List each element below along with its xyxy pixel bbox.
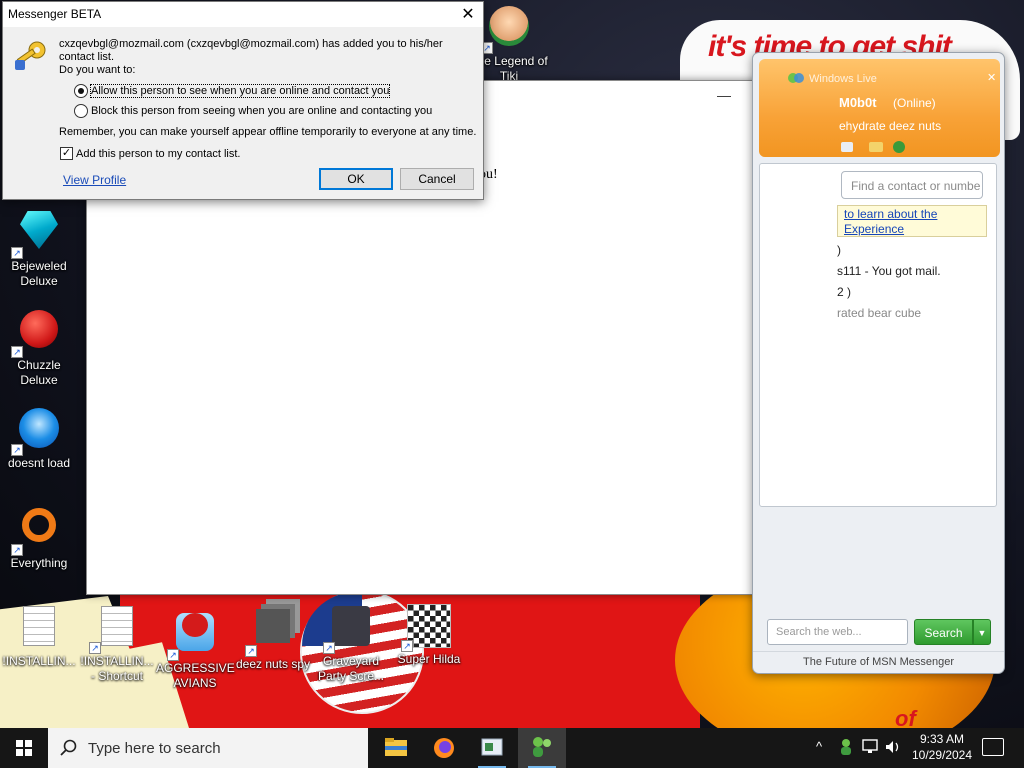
dialog-close-icon[interactable]: ✕ xyxy=(453,2,483,27)
bejeweled-icon: ↗ xyxy=(11,211,61,259)
desktop-icon-label: Chuzzle Deluxe xyxy=(17,358,61,387)
messenger-logo-icon xyxy=(788,73,804,83)
document-icon xyxy=(17,606,61,650)
list-item[interactable]: ) xyxy=(837,243,841,257)
desktop-icon-label: doesnt load xyxy=(7,456,71,470)
taskbar-search-box[interactable]: Type here to search xyxy=(48,728,368,768)
desktop-icon-doesnt-load[interactable]: ↗ doesnt load xyxy=(0,406,78,471)
info-banner[interactable]: to learn about the Experience xyxy=(837,205,987,237)
desktop-icon-label: Bejeweled Deluxe xyxy=(11,259,67,288)
search-button[interactable]: Search xyxy=(914,619,973,645)
list-item[interactable]: s111 - You got mail. xyxy=(837,264,941,278)
everything-search-icon: ↗ xyxy=(11,508,61,556)
search-dropdown-icon[interactable]: ▼ xyxy=(973,619,991,645)
desktop-icon-label: Everything xyxy=(10,556,68,570)
legend-game-icon: ↗ xyxy=(481,6,531,54)
dialog-title: Messenger BETA xyxy=(8,7,102,21)
display-name[interactable]: M0b0t xyxy=(839,95,877,110)
personal-message[interactable]: ehydrate deez nuts xyxy=(839,119,941,133)
desktop-icon-installing[interactable]: !INSTALLIN... xyxy=(0,604,78,669)
thunderbird-icon: ↗ xyxy=(11,408,61,456)
block-radio[interactable] xyxy=(74,104,88,118)
desktop-icon-label: Graveyard Party Scre... xyxy=(317,654,385,683)
desktop-icon-label: deez nuts spy xyxy=(235,657,311,671)
windows-logo-icon xyxy=(16,740,32,756)
messenger-icon xyxy=(533,737,551,757)
desktop-icon-label: AGGRESSIVE AVIANS xyxy=(156,661,235,690)
key-icon xyxy=(15,41,46,70)
desktop-icon-everything[interactable]: ↗ Everything xyxy=(0,505,78,571)
clock-date: 10/29/2024 xyxy=(911,748,973,762)
angry-bird-icon: ↗ xyxy=(167,613,217,661)
contact-search-input[interactable]: Find a contact or numbe xyxy=(841,171,983,199)
contact-added-dialog[interactable]: Messenger BETA ✕ cxzqevbgl@mozmail.com (… xyxy=(2,1,484,200)
desktop-icon-aggressive-avians[interactable]: ↗ AGGRESSIVE AVIANS xyxy=(156,604,235,691)
desktop-icon-deez-nuts-spy[interactable]: ↗ deez nuts spy xyxy=(234,604,312,672)
minimize-button[interactable]: — xyxy=(701,81,747,109)
tray-messenger-icon[interactable] xyxy=(838,738,854,756)
add-contact-label[interactable]: Add this person to my contact list. xyxy=(76,148,240,160)
messenger-title: Windows Live xyxy=(809,73,877,85)
system-clock[interactable]: 9:33 AM 10/29/2024 xyxy=(903,731,981,763)
graveyard-icon: ↗ xyxy=(323,606,373,654)
status-label[interactable]: (Online) xyxy=(893,96,936,110)
document-shortcut-icon: ↗ xyxy=(89,606,139,654)
taskbar: Type here to search ^ 9:33 AM 10/29/2024 xyxy=(0,728,1024,768)
desktop-icon-bejeweled[interactable]: ↗ Bejeweled Deluxe xyxy=(0,208,78,289)
dialog-note: Remember, you can make yourself appear o… xyxy=(59,126,477,138)
ok-button[interactable]: OK xyxy=(319,168,393,190)
desktop-icon-label: !INSTALLIN... - Shortcut xyxy=(80,654,154,683)
list-item[interactable]: 2 ) xyxy=(837,285,851,299)
dialog-message: cxzqevbgl@mozmail.com (cxzqevbgl@mozmail… xyxy=(59,38,443,63)
web-search-input[interactable]: Search the web... xyxy=(767,619,908,645)
dialog-question: Do you want to: xyxy=(59,64,136,76)
network-icon[interactable] xyxy=(862,739,880,755)
clock-time: 9:33 AM xyxy=(919,732,965,746)
search-icon xyxy=(60,739,77,756)
chuzzle-icon: ↗ xyxy=(11,310,61,358)
banner-link[interactable]: to learn about the xyxy=(844,207,937,221)
desktop-icon-label: Super Hilda xyxy=(397,652,461,666)
allow-option-label[interactable]: Allow this person to see when you are on… xyxy=(89,84,391,98)
add-contact-checkbox[interactable]: ✓ xyxy=(60,147,73,160)
desktop-icon-installing-shortcut[interactable]: ↗ !INSTALLIN... - Shortcut xyxy=(78,604,156,684)
header-toolbar-icons[interactable] xyxy=(839,139,909,155)
taskbar-search-placeholder: Type here to search xyxy=(88,740,221,757)
dialog-titlebar[interactable]: Messenger BETA ✕ xyxy=(3,2,483,27)
close-icon[interactable]: ✕ xyxy=(987,71,996,84)
taskbar-control-panel[interactable] xyxy=(468,728,516,768)
messenger-footer: The Future of MSN Messenger xyxy=(753,651,1004,673)
allow-radio[interactable] xyxy=(74,84,88,98)
control-panel-icon xyxy=(481,738,503,756)
firefox-icon xyxy=(434,738,454,758)
desktop-icon-label: !INSTALLIN... xyxy=(2,654,76,668)
cancel-button[interactable]: Cancel xyxy=(400,168,474,190)
list-item[interactable]: rated bear cube xyxy=(837,306,921,320)
messenger-main-window[interactable]: Windows Live ✕ M0b0t (Online) ehydrate d… xyxy=(752,52,1005,674)
file-explorer-icon xyxy=(385,738,407,756)
taskbar-firefox[interactable] xyxy=(420,728,468,768)
tray-chevron-icon[interactable]: ^ xyxy=(816,739,822,754)
taskbar-file-explorer[interactable] xyxy=(372,728,420,768)
block-option-label[interactable]: Block this person from seeing when you a… xyxy=(91,105,432,117)
desktop-icon-super-hilda[interactable]: ↗ Super Hilda xyxy=(390,604,468,667)
taskbar-messenger[interactable] xyxy=(518,728,566,768)
volume-icon[interactable] xyxy=(884,739,902,755)
stacked-windows-icon: ↗ xyxy=(245,609,295,657)
view-profile-link[interactable]: View Profile xyxy=(63,173,126,187)
banner-link[interactable]: Experience xyxy=(844,222,904,236)
messenger-header: Windows Live ✕ M0b0t (Online) ehydrate d… xyxy=(759,59,1000,157)
pixel-game-icon: ↗ xyxy=(401,604,451,652)
notification-icon[interactable] xyxy=(982,738,1004,756)
wallpaper-slogan-tail: of xyxy=(895,706,916,728)
desktop-icon-graveyard[interactable]: ↗ Graveyard Party Scre... xyxy=(312,604,390,684)
start-button[interactable] xyxy=(0,728,48,768)
desktop-icon-chuzzle[interactable]: ↗ Chuzzle Deluxe xyxy=(0,307,78,388)
